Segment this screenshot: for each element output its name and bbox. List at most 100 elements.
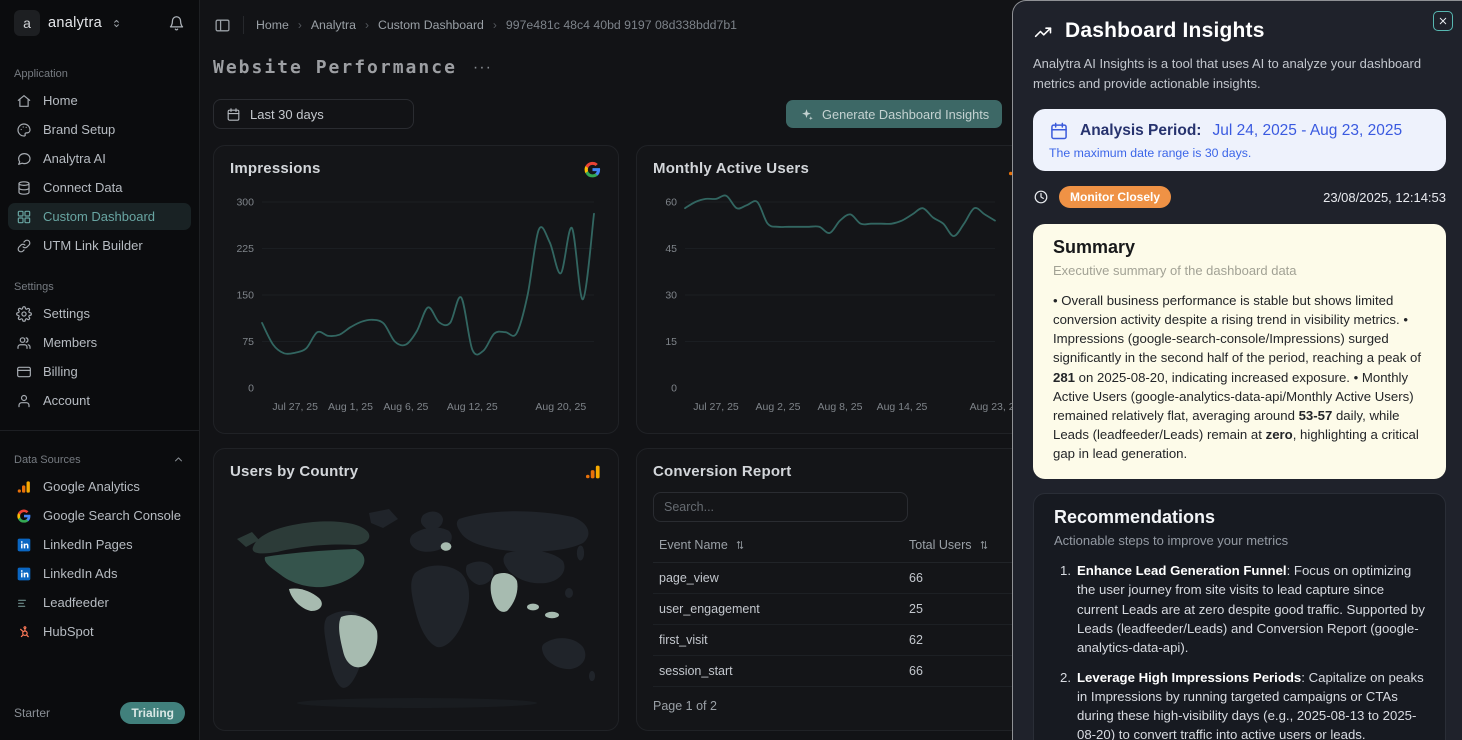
sidebar-item-leadfeeder[interactable]: Leadfeeder — [8, 589, 191, 616]
grid-icon — [16, 209, 32, 225]
card-title: Conversion Report — [653, 463, 791, 480]
svg-text:0: 0 — [248, 383, 254, 395]
sidebar-nav: ApplicationHomeBrand SetupAnalytra AICon… — [0, 46, 199, 647]
svg-text:Aug 2, 25: Aug 2, 25 — [756, 401, 801, 413]
sidebar-item-linkedin-pages[interactable]: LinkedIn Pages — [8, 531, 191, 558]
monthly-active-users-card: Monthly Active Users 015304560Jul 27, 25… — [636, 145, 1042, 434]
analysis-period-card: Analysis Period: Jul 24, 2025 - Aug 23, … — [1033, 109, 1446, 171]
region-new-zealand — [589, 671, 595, 681]
region-scandinavia — [421, 512, 443, 530]
breadcrumb-item[interactable]: Analytra — [311, 18, 356, 32]
google-icon — [16, 508, 32, 524]
conversion-report-card: Conversion Report Event NameTotal Users … — [636, 448, 1042, 731]
status-row: Monitor Closely 23/08/2025, 12:14:53 — [1033, 186, 1446, 208]
svg-text:Aug 1, 25: Aug 1, 25 — [328, 401, 373, 413]
card-icon — [16, 364, 32, 380]
sidebar-item-label: HubSpot — [43, 624, 94, 639]
sidebar-item-settings[interactable]: Settings — [8, 300, 191, 327]
recommendation-number: 2. — [1054, 668, 1071, 740]
svg-text:Aug 6, 25: Aug 6, 25 — [383, 401, 428, 413]
region-antarctica — [297, 698, 537, 708]
svg-text:Aug 20, 25: Aug 20, 25 — [535, 401, 586, 413]
sidebar-item-members[interactable]: Members — [8, 329, 191, 356]
date-range-button[interactable]: Last 30 days — [213, 99, 414, 129]
close-button[interactable] — [1433, 11, 1453, 31]
sidebar-item-home[interactable]: Home — [8, 87, 191, 114]
column-header-total-users[interactable]: Total Users — [903, 528, 1025, 563]
sparkles-icon — [799, 107, 814, 122]
sidebar-item-label: Members — [43, 335, 97, 350]
svg-text:Aug 12, 25: Aug 12, 25 — [447, 401, 498, 413]
workspace-name[interactable]: analytra — [48, 15, 102, 31]
breadcrumb-separator: › — [365, 18, 369, 32]
sidebar-item-label: Billing — [43, 364, 78, 379]
workspace-switcher-icon[interactable] — [110, 17, 123, 30]
sidebar-item-label: Leadfeeder — [43, 595, 109, 610]
notifications-bell-icon[interactable] — [168, 15, 185, 32]
impressions-plot: 075150225300Jul 27, 25Aug 1, 25Aug 6, 25… — [222, 190, 604, 418]
recommendations-subtitle: Actionable steps to improve your metrics — [1054, 533, 1425, 548]
column-header-event-name[interactable]: Event Name — [653, 528, 903, 563]
card-title: Users by Country — [230, 463, 358, 480]
impressions-card: Impressions 075150225300Jul 27, 25Aug 1,… — [213, 145, 619, 434]
table-cell: 62 — [903, 625, 1025, 656]
sidebar-item-billing[interactable]: Billing — [8, 358, 191, 385]
user-icon — [16, 393, 32, 409]
linkedin-icon — [16, 566, 32, 582]
sidebar-item-label: Custom Dashboard — [43, 209, 155, 224]
svg-text:30: 30 — [665, 290, 677, 302]
sidebar-item-hubspot[interactable]: HubSpot — [8, 618, 191, 645]
close-icon — [1437, 15, 1449, 27]
insights-panel: Dashboard Insights Analytra AI Insights … — [1012, 0, 1462, 740]
sidebar-item-utm-link-builder[interactable]: UTM Link Builder — [8, 232, 191, 259]
sidebar-item-google-search-console[interactable]: Google Search Console — [8, 502, 191, 529]
page-menu-button[interactable]: ··· — [473, 59, 492, 77]
sidebar-toggle-icon[interactable] — [214, 17, 231, 34]
sidebar-item-label: LinkedIn Pages — [43, 537, 133, 552]
chevron-up-icon[interactable] — [172, 453, 185, 466]
sidebar-item-label: Account — [43, 393, 90, 408]
sidebar-item-label: Brand Setup — [43, 122, 115, 137]
calendar-icon — [226, 107, 241, 122]
chat-icon — [16, 151, 32, 167]
sort-icon — [734, 539, 746, 551]
summary-title: Summary — [1053, 237, 1426, 258]
card-title: Monthly Active Users — [653, 160, 809, 177]
svg-text:Aug 8, 25: Aug 8, 25 — [818, 401, 863, 413]
workspace-header: a analytra — [0, 0, 199, 46]
home-icon — [16, 93, 32, 109]
trend-up-icon — [1033, 21, 1054, 42]
search-input[interactable] — [653, 492, 908, 522]
sidebar-item-google-analytics[interactable]: Google Analytics — [8, 473, 191, 500]
sidebar-item-account[interactable]: Account — [8, 387, 191, 414]
sidebar-item-connect-data[interactable]: Connect Data — [8, 174, 191, 201]
sidebar-item-label: Connect Data — [43, 180, 123, 195]
table-row: first_visit62 — [653, 625, 1025, 656]
sidebar-item-brand-setup[interactable]: Brand Setup — [8, 116, 191, 143]
svg-text:Jul 27, 25: Jul 27, 25 — [272, 401, 318, 413]
summary-body: • Overall business performance is stable… — [1053, 291, 1426, 463]
country-india — [491, 573, 518, 612]
breadcrumb-item[interactable]: Home — [256, 18, 289, 32]
plan-label: Starter — [14, 706, 50, 720]
country-mexico — [289, 588, 322, 611]
breadcrumb-separator: › — [298, 18, 302, 32]
generate-insights-button[interactable]: Generate Dashboard Insights — [786, 100, 1002, 128]
region-greenland — [369, 509, 398, 528]
impressions-line-chart: 075150225300Jul 27, 25Aug 1, 25Aug 6, 25… — [222, 190, 604, 423]
pagination-label: Page 1 of 2 — [653, 699, 1025, 713]
card-title: Impressions — [230, 160, 321, 177]
table-cell: session_start — [653, 656, 903, 687]
link-icon — [16, 238, 32, 254]
sidebar-item-custom-dashboard[interactable]: Custom Dashboard — [8, 203, 191, 230]
svg-text:Jul 27, 25: Jul 27, 25 — [693, 401, 739, 413]
sidebar-item-analytra-ai[interactable]: Analytra AI — [8, 145, 191, 172]
breadcrumb-item[interactable]: Custom Dashboard — [378, 18, 484, 32]
svg-text:300: 300 — [236, 197, 254, 209]
users-icon — [16, 335, 32, 351]
table-cell: 25 — [903, 594, 1025, 625]
recommendations-list: 1.Enhance Lead Generation Funnel: Focus … — [1054, 561, 1425, 740]
sidebar-item-linkedin-ads[interactable]: LinkedIn Ads — [8, 560, 191, 587]
svg-text:75: 75 — [242, 336, 254, 348]
table-cell: first_visit — [653, 625, 903, 656]
